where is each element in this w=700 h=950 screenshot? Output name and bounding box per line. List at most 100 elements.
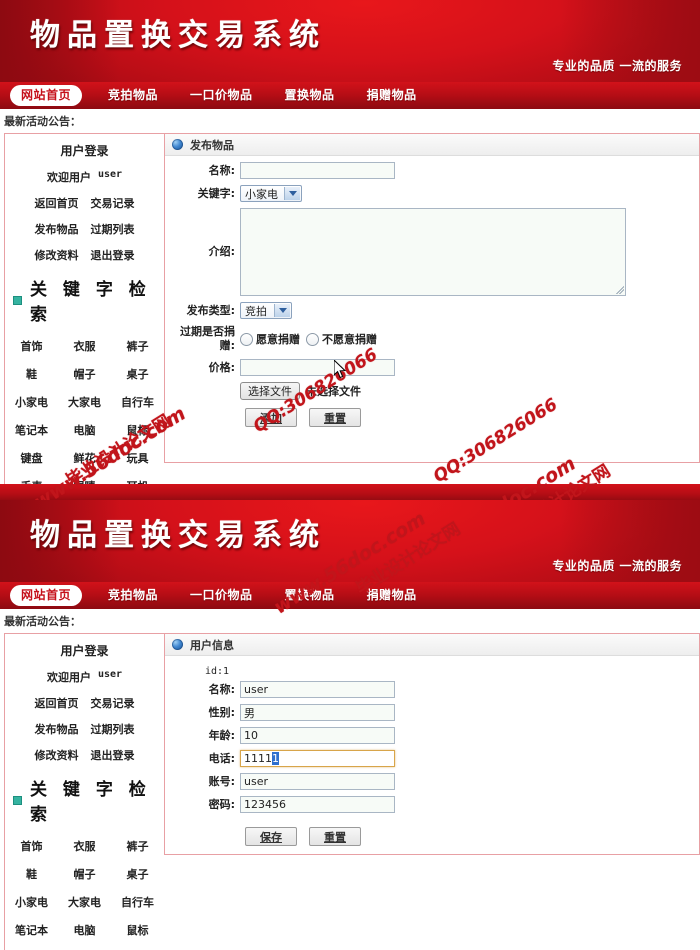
- choose-file-button[interactable]: 选择文件: [240, 382, 300, 400]
- sidebar-link-edit-profile[interactable]: 修改资料: [35, 247, 79, 263]
- nav-item-auction[interactable]: 竞拍物品: [96, 582, 170, 609]
- radio-icon[interactable]: [240, 332, 253, 346]
- square-bullet-icon: [13, 795, 22, 805]
- sidebar-welcome-row: 欢迎用户 user: [5, 164, 164, 190]
- nav-item-fixed-price[interactable]: 一口价物品: [178, 82, 265, 109]
- keyword-item[interactable]: 鞋: [5, 366, 58, 382]
- keyword-select[interactable]: 小家电: [240, 185, 302, 202]
- keyword-item[interactable]: 电脑: [58, 922, 111, 938]
- keyword-item[interactable]: 衣服: [58, 338, 111, 354]
- keyword-row: 笔记本 电脑 鼠标: [5, 916, 164, 944]
- sidebar-link-expired-list[interactable]: 过期列表: [91, 221, 135, 237]
- password-label: 密码:: [208, 797, 235, 811]
- sidebar-link-publish-item[interactable]: 发布物品: [35, 221, 79, 237]
- keyword-item[interactable]: 桌子: [111, 366, 164, 382]
- keyword-item[interactable]: 鼠标: [111, 422, 164, 438]
- nav-item-exchange[interactable]: 置换物品: [273, 82, 347, 109]
- nav-item-donate[interactable]: 捐赠物品: [355, 582, 429, 609]
- add-button[interactable]: 添加: [245, 408, 297, 427]
- screenshot-bottom-page: 物品置换交易系统 专业的品质 一流的服务 网站首页 竞拍物品 一口价物品 置换物…: [0, 500, 700, 950]
- keyword-item[interactable]: 首饰: [5, 338, 58, 354]
- field-row-type: 发布类型: 竞拍: [165, 302, 699, 319]
- keyword-item[interactable]: 裤子: [111, 338, 164, 354]
- welcome-username: user: [97, 669, 123, 680]
- keyword-item[interactable]: 帽子: [58, 366, 111, 382]
- sidebar-link-transactions[interactable]: 交易记录: [91, 195, 135, 211]
- keyword-item[interactable]: 大家电: [58, 894, 111, 910]
- sidebar-link-home[interactable]: 返回首页: [35, 195, 79, 211]
- sidebar-link-home[interactable]: 返回首页: [35, 695, 79, 711]
- donate-radio-yes[interactable]: 愿意捐赠: [240, 331, 300, 347]
- keyword-row: 首饰 衣服 裤子: [5, 832, 164, 860]
- donate-radio-no[interactable]: 不愿意捐赠: [306, 331, 377, 347]
- sidebar-link-row-1: 返回首页 交易记录: [5, 690, 164, 716]
- sidebar-link-logout[interactable]: 退出登录: [91, 247, 135, 263]
- chevron-down-icon[interactable]: [284, 187, 300, 200]
- main-navigation[interactable]: 网站首页 竞拍物品 一口价物品 置换物品 捐赠物品: [0, 582, 700, 611]
- keyword-item[interactable]: 大家电: [58, 394, 111, 410]
- user-info-form: id:1 名称: 性别: 年龄: 电话: 11111: [165, 656, 699, 854]
- sidebar-keyword-search-label: 关 键 字 检 索: [30, 280, 151, 325]
- nav-item-auction[interactable]: 竞拍物品: [96, 82, 170, 109]
- field-row-account: 账号:: [165, 773, 699, 790]
- nav-item-home[interactable]: 网站首页: [10, 85, 83, 106]
- keyword-item[interactable]: 玩具: [111, 450, 164, 466]
- keyword-select-value: 小家电: [245, 187, 278, 201]
- keyword-item[interactable]: 鼠标: [111, 922, 164, 938]
- save-button[interactable]: 保存: [245, 827, 297, 846]
- sidebar-link-edit-profile[interactable]: 修改资料: [35, 747, 79, 763]
- phone-input-text: 1111: [244, 752, 272, 765]
- keyword-item[interactable]: 自行车: [111, 394, 164, 410]
- account-input[interactable]: [240, 773, 395, 790]
- username-input[interactable]: [240, 681, 395, 698]
- radio-icon[interactable]: [306, 332, 319, 346]
- sidebar-title: 用户登录: [60, 644, 109, 658]
- donate-radio-yes-label: 愿意捐赠: [256, 333, 300, 346]
- reset-button[interactable]: 重置: [309, 827, 361, 846]
- sidebar-link-publish-item[interactable]: 发布物品: [35, 721, 79, 737]
- price-input[interactable]: [240, 359, 395, 376]
- item-intro-textarea[interactable]: [240, 208, 626, 296]
- chevron-down-icon[interactable]: [274, 304, 290, 317]
- field-row-gender: 性别:: [165, 704, 699, 721]
- gender-input[interactable]: [240, 704, 395, 721]
- sidebar-link-expired-list[interactable]: 过期列表: [91, 721, 135, 737]
- nav-item-fixed-price[interactable]: 一口价物品: [178, 582, 265, 609]
- keyword-item[interactable]: 首饰: [5, 838, 58, 854]
- publish-type-value: 竞拍: [245, 304, 267, 318]
- field-row-keyword: 关键字: 小家电: [165, 185, 699, 202]
- keyword-item[interactable]: 裤子: [111, 838, 164, 854]
- age-input[interactable]: [240, 727, 395, 744]
- keyword-item[interactable]: 电脑: [58, 422, 111, 438]
- keyword-item[interactable]: 键盘: [5, 450, 58, 466]
- publish-type-select[interactable]: 竞拍: [240, 302, 292, 319]
- item-name-input[interactable]: [240, 162, 395, 179]
- keyword-item[interactable]: 笔记本: [5, 922, 58, 938]
- sidebar-link-row-3: 修改资料 退出登录: [5, 742, 164, 768]
- sidebar-link-row-2: 发布物品 过期列表: [5, 716, 164, 742]
- keyword-item[interactable]: 鞋: [5, 866, 58, 882]
- keyword-item[interactable]: 帽子: [58, 866, 111, 882]
- sidebar-user-panel: 用户登录 欢迎用户 user 返回首页 交易记录 发布物品 过期列表 修改资料 …: [4, 633, 164, 950]
- keyword-item[interactable]: 鲜花: [58, 450, 111, 466]
- nav-item-donate[interactable]: 捐赠物品: [355, 82, 429, 109]
- site-header: 物品置换交易系统 专业的品质 一流的服务: [0, 0, 700, 82]
- publish-panel-title: 发布物品: [190, 138, 234, 152]
- keyword-item[interactable]: 小家电: [5, 894, 58, 910]
- keyword-item[interactable]: 笔记本: [5, 422, 58, 438]
- keyword-item[interactable]: 衣服: [58, 838, 111, 854]
- keyword-item[interactable]: 小家电: [5, 394, 58, 410]
- nav-item-exchange[interactable]: 置换物品: [273, 582, 347, 609]
- keyword-item[interactable]: 桌子: [111, 866, 164, 882]
- nav-item-home[interactable]: 网站首页: [10, 585, 83, 606]
- sidebar-link-logout[interactable]: 退出登录: [91, 747, 135, 763]
- main-navigation[interactable]: 网站首页 竞拍物品 一口价物品 置换物品 捐赠物品: [0, 82, 700, 111]
- sidebar-link-row-1: 返回首页 交易记录: [5, 190, 164, 216]
- sidebar-link-transactions[interactable]: 交易记录: [91, 695, 135, 711]
- keyword-row: 小家电 大家电 自行车: [5, 388, 164, 416]
- keyword-item[interactable]: 自行车: [111, 894, 164, 910]
- password-input[interactable]: [240, 796, 395, 813]
- user-info-buttons: 保存 重置: [165, 819, 699, 846]
- reset-button[interactable]: 重置: [309, 408, 361, 427]
- phone-input[interactable]: 1111 1: [240, 750, 395, 767]
